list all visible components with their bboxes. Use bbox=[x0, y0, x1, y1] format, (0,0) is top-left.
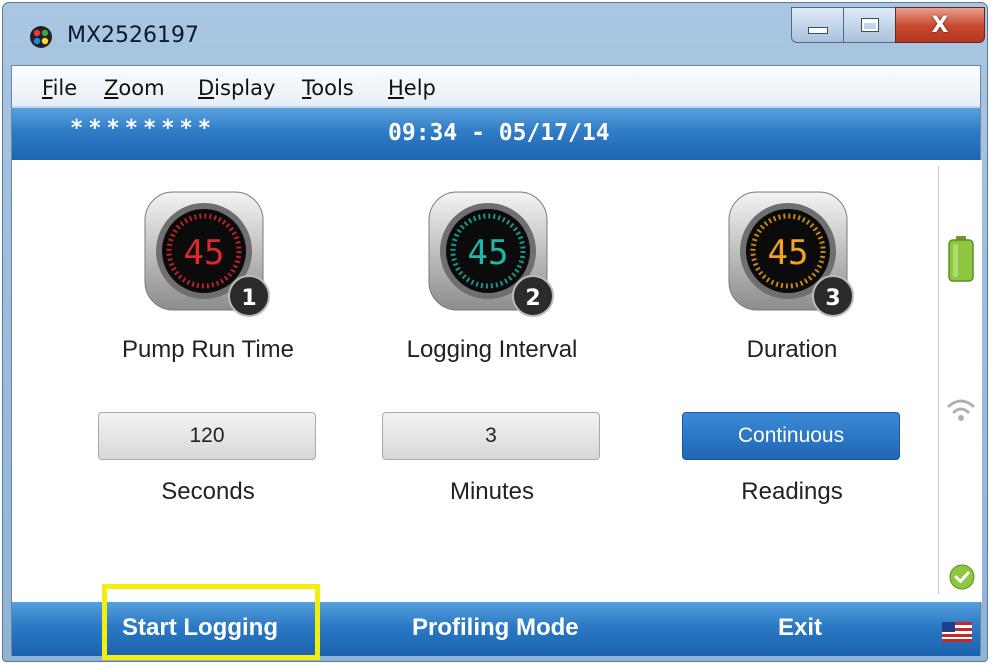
close-button[interactable]: X bbox=[895, 7, 985, 43]
us-flag-icon[interactable] bbox=[942, 622, 972, 642]
param-logging-interval: 45 2 Logging Interval 3 Minutes bbox=[362, 160, 622, 602]
title-bar[interactable]: MX2526197 X bbox=[3, 3, 987, 65]
duration-gauge-icon[interactable]: 45 3 bbox=[717, 186, 867, 336]
settings-panel: 45 1 Pump Run Time 120 Seconds 45 2 Logg… bbox=[12, 160, 982, 602]
param-duration: 45 3 Duration Continuous Readings bbox=[662, 160, 922, 602]
pump-run-time-value-button[interactable]: 120 bbox=[98, 412, 316, 460]
svg-text:3: 3 bbox=[825, 286, 840, 311]
svg-text:1: 1 bbox=[241, 286, 256, 311]
close-icon: X bbox=[931, 12, 949, 38]
logging-interval-unit: Minutes bbox=[449, 478, 535, 505]
exit-button[interactable]: Exit bbox=[778, 614, 822, 642]
pump-run-time-label: Pump Run Time bbox=[121, 336, 295, 363]
maximize-button[interactable] bbox=[843, 7, 895, 43]
duration-value-button[interactable]: Continuous bbox=[682, 412, 900, 460]
device-datetime: 09:34 - 05/17/14 bbox=[388, 120, 610, 146]
status-bar: ******** 09:34 - 05/17/14 bbox=[12, 107, 980, 160]
svg-text:45: 45 bbox=[184, 233, 225, 273]
menu-bar: File Zoom Display Tools Help bbox=[12, 66, 980, 107]
duration-unit: Readings bbox=[741, 478, 843, 505]
client-area: File Zoom Display Tools Help ******** 09… bbox=[11, 65, 982, 656]
maximize-icon bbox=[860, 18, 879, 32]
minimize-button[interactable] bbox=[791, 7, 843, 43]
menu-display[interactable]: Display bbox=[198, 76, 275, 100]
battery-full-icon bbox=[948, 236, 974, 282]
menu-tools[interactable]: Tools bbox=[302, 76, 354, 100]
wifi-signal-icon bbox=[947, 399, 975, 421]
logging-interval-value-button[interactable]: 3 bbox=[382, 412, 600, 460]
duration-label: Duration bbox=[746, 336, 838, 363]
window-controls: X bbox=[791, 7, 985, 45]
logging-interval-gauge-icon[interactable]: 45 2 bbox=[417, 186, 567, 336]
svg-text:45: 45 bbox=[468, 233, 509, 273]
svg-text:45: 45 bbox=[768, 233, 809, 273]
check-ok-icon bbox=[949, 564, 975, 590]
menu-zoom[interactable]: Zoom bbox=[104, 76, 165, 100]
start-logging-highlight bbox=[102, 584, 320, 660]
password-mask: ******** bbox=[70, 116, 216, 141]
pump-run-time-unit: Seconds bbox=[161, 478, 255, 505]
svg-text:2: 2 bbox=[525, 286, 540, 311]
logging-interval-label: Logging Interval bbox=[406, 336, 578, 363]
app-window: MX2526197 X File Zoom Display Tools Help… bbox=[2, 2, 988, 662]
menu-file[interactable]: File bbox=[42, 76, 77, 100]
app-logo-icon bbox=[30, 26, 52, 48]
profiling-mode-button[interactable]: Profiling Mode bbox=[412, 614, 579, 642]
window-title: MX2526197 bbox=[67, 23, 200, 48]
side-divider bbox=[938, 166, 939, 594]
minimize-icon bbox=[807, 26, 828, 34]
menu-help[interactable]: Help bbox=[388, 76, 436, 100]
param-pump-run-time: 45 1 Pump Run Time 120 Seconds bbox=[78, 160, 338, 602]
pump-run-time-gauge-icon[interactable]: 45 1 bbox=[133, 186, 283, 336]
